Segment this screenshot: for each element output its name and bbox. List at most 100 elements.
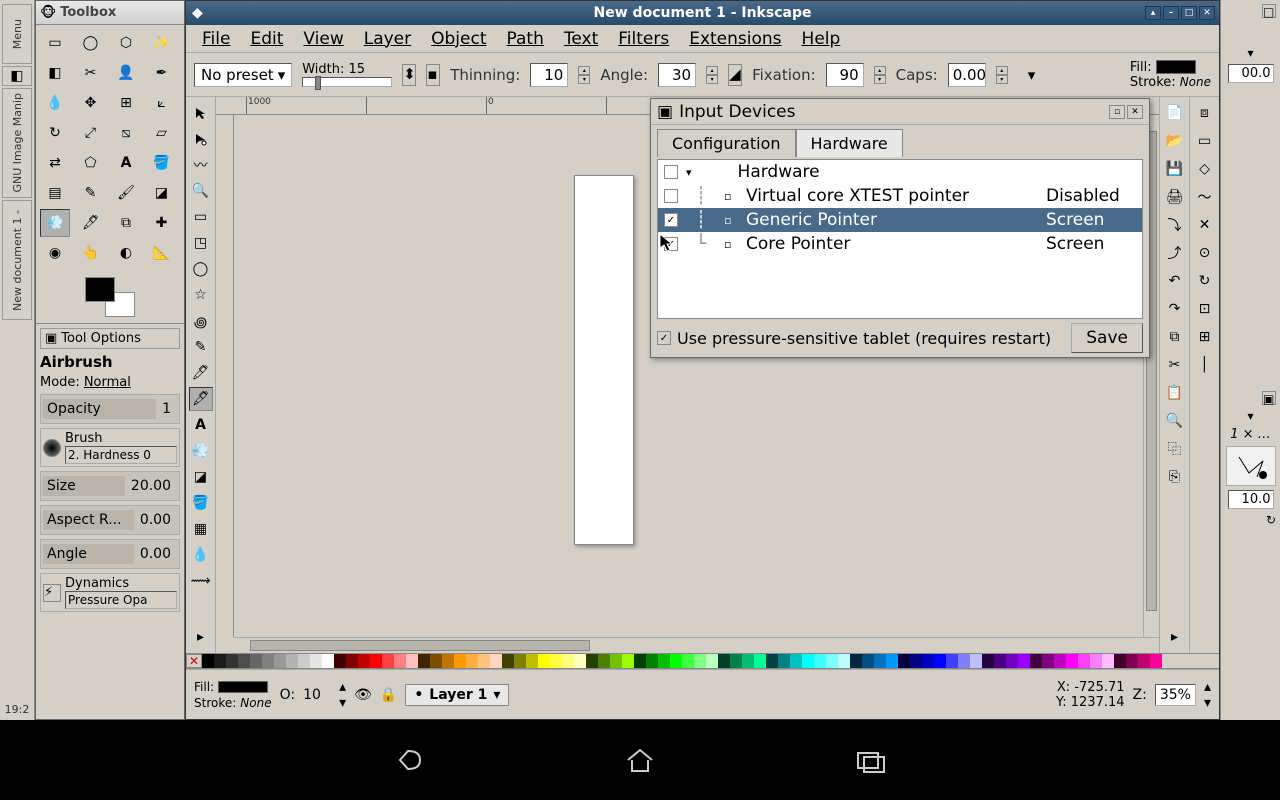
- menu-layer[interactable]: Layer: [356, 27, 419, 51]
- clone-tool[interactable]: ⧉: [111, 209, 141, 237]
- cut-icon[interactable]: ✂: [1163, 353, 1187, 377]
- airbrush-tool[interactable]: 💨: [40, 209, 70, 237]
- palette-color[interactable]: [1042, 654, 1054, 668]
- trace-toggle[interactable]: ▪: [426, 64, 440, 86]
- dropper-tool[interactable]: 💧: [189, 543, 213, 567]
- angle-spin[interactable]: 30: [658, 63, 696, 87]
- palette-color[interactable]: [250, 654, 262, 668]
- peek-overflow-2[interactable]: ▾: [1247, 409, 1253, 423]
- palette-color[interactable]: [394, 654, 406, 668]
- palette-color[interactable]: [646, 654, 658, 668]
- tab-configuration[interactable]: Configuration: [657, 129, 796, 157]
- redo-icon[interactable]: ↷: [1163, 297, 1187, 321]
- lasso-tool[interactable]: ⬡: [111, 29, 141, 57]
- opacity-slider[interactable]: Opacity1: [40, 394, 180, 424]
- scale-tool[interactable]: ⤢: [76, 119, 106, 147]
- caps-spin[interactable]: 0.00: [948, 63, 986, 87]
- palette-color[interactable]: [538, 654, 550, 668]
- text-tool[interactable]: A: [111, 149, 141, 177]
- brush-name-field[interactable]: 2. Hardness 0: [65, 446, 177, 464]
- palette-color[interactable]: [886, 654, 898, 668]
- palette-color[interactable]: [526, 654, 538, 668]
- palette-color[interactable]: [1054, 654, 1066, 668]
- taskbar-app-icon[interactable]: ◧: [2, 66, 32, 86]
- android-recents-button[interactable]: [845, 740, 895, 780]
- color-select-tool[interactable]: ◧: [40, 59, 70, 87]
- window-close-button[interactable]: ✕: [1199, 6, 1215, 20]
- menu-text[interactable]: Text: [556, 27, 606, 51]
- scrollbar-horizontal[interactable]: [234, 637, 1159, 653]
- palette-color[interactable]: [706, 654, 718, 668]
- layer-visibility-icon[interactable]: 👁: [354, 687, 372, 703]
- smudge-tool[interactable]: 👆: [76, 239, 106, 267]
- palette-color[interactable]: [1150, 654, 1162, 668]
- tree-root[interactable]: ▾ Hardware: [658, 160, 1142, 184]
- tilt-toggle[interactable]: ◢: [728, 64, 742, 86]
- palette-color[interactable]: [958, 654, 970, 668]
- blend-tool[interactable]: ▤: [40, 179, 70, 207]
- dynamics-icon[interactable]: ⚡: [43, 584, 61, 602]
- palette-none[interactable]: ✕: [186, 654, 202, 668]
- palette-color[interactable]: [586, 654, 598, 668]
- fixation-up[interactable]: ▴: [874, 66, 886, 75]
- snap-guide-icon[interactable]: │: [1193, 353, 1217, 377]
- paste-icon[interactable]: 📋: [1163, 381, 1187, 405]
- palette-color[interactable]: [406, 654, 418, 668]
- pencil-tool-ink[interactable]: ✎: [189, 335, 213, 359]
- blur-tool[interactable]: ◉: [40, 239, 70, 267]
- device-row-core[interactable]: ✓ └ ▫ Core Pointer Screen: [658, 232, 1142, 256]
- print-icon[interactable]: 🖨: [1163, 185, 1187, 209]
- device-checkbox[interactable]: ✓: [664, 237, 678, 251]
- dialog-iconify-button[interactable]: ▫: [1109, 105, 1125, 119]
- palette-color[interactable]: [1114, 654, 1126, 668]
- dialog-titlebar[interactable]: ▣ Input Devices ▫ ✕: [651, 99, 1149, 125]
- palette-color[interactable]: [214, 654, 226, 668]
- clone-icon[interactable]: ⎘: [1163, 465, 1187, 489]
- android-home-button[interactable]: [615, 740, 665, 780]
- menu-help[interactable]: Help: [794, 27, 849, 51]
- fixation-spin[interactable]: 90: [826, 63, 864, 87]
- android-back-button[interactable]: [385, 740, 435, 780]
- menu-object[interactable]: Object: [423, 27, 494, 51]
- zoom-tool[interactable]: 🔍: [189, 179, 213, 203]
- shear-tool[interactable]: ⧅: [111, 119, 141, 147]
- snap-node-icon[interactable]: ◇: [1193, 157, 1217, 181]
- width-slider[interactable]: [302, 77, 392, 87]
- palette-color[interactable]: [382, 654, 394, 668]
- palette-color[interactable]: [826, 654, 838, 668]
- move-tool[interactable]: ✥: [76, 89, 106, 117]
- pressure-toggle[interactable]: ⬍: [402, 64, 416, 86]
- pencil-tool[interactable]: ✎: [76, 179, 106, 207]
- peek-refresh-icon[interactable]: ↻: [1266, 513, 1276, 527]
- palette-color[interactable]: [730, 654, 742, 668]
- palette-color[interactable]: [298, 654, 310, 668]
- cmd-scroll-down[interactable]: ▸: [1163, 625, 1187, 649]
- brush-preview-box[interactable]: [1226, 446, 1276, 486]
- align-tool[interactable]: ⊞: [111, 89, 141, 117]
- fuzzy-select-tool[interactable]: ✨: [147, 29, 177, 57]
- node-tool[interactable]: [189, 127, 213, 151]
- snap-intersect-icon[interactable]: ✕: [1193, 213, 1217, 237]
- palette-color[interactable]: [334, 654, 346, 668]
- text-tool-ink[interactable]: A: [189, 413, 213, 437]
- heal-tool[interactable]: ✚: [147, 209, 177, 237]
- tool-scroll-down[interactable]: ▸: [189, 625, 213, 649]
- palette-color[interactable]: [562, 654, 574, 668]
- caps-up[interactable]: ▴: [996, 66, 1008, 75]
- status-fill-swatch[interactable]: [218, 681, 268, 693]
- device-mode[interactable]: Screen: [1046, 210, 1136, 230]
- preset-combo[interactable]: No preset ▾: [194, 63, 292, 87]
- peek-value-field[interactable]: 10.0: [1228, 490, 1274, 509]
- thinning-up[interactable]: ▴: [578, 66, 590, 75]
- rotate-tool[interactable]: ↻: [40, 119, 70, 147]
- tree-root-checkbox[interactable]: [664, 165, 678, 179]
- dialog-close-button[interactable]: ✕: [1127, 105, 1143, 119]
- palette-color[interactable]: [370, 654, 382, 668]
- palette-color[interactable]: [910, 654, 922, 668]
- palette-color[interactable]: [718, 654, 730, 668]
- palette-color[interactable]: [550, 654, 562, 668]
- palette-color[interactable]: [874, 654, 886, 668]
- palette-color[interactable]: [202, 654, 214, 668]
- ruler-vertical[interactable]: [216, 115, 234, 637]
- palette-color[interactable]: [454, 654, 466, 668]
